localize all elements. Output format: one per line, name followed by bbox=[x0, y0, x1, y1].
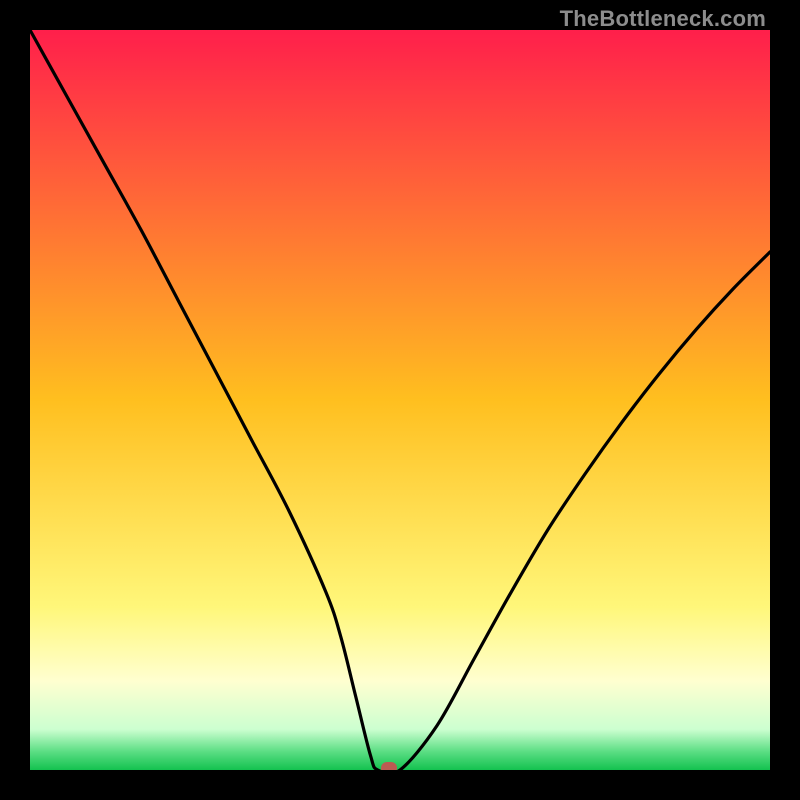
gradient-background bbox=[30, 30, 770, 770]
bottleneck-chart bbox=[30, 30, 770, 770]
watermark-label: TheBottleneck.com bbox=[560, 6, 766, 32]
plot-area bbox=[30, 30, 770, 770]
bottleneck-marker bbox=[381, 762, 397, 770]
chart-frame: TheBottleneck.com bbox=[0, 0, 800, 800]
